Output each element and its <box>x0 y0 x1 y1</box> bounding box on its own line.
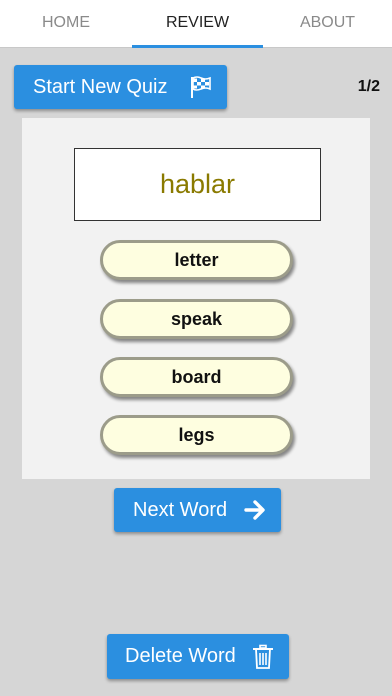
quiz-word: hablar <box>74 148 321 221</box>
tab-bar: HOME REVIEW ABOUT <box>0 0 392 48</box>
start-new-quiz-label: Start New Quiz <box>33 75 168 98</box>
answer-choice-1[interactable]: letter <box>100 240 293 280</box>
answer-choice-4[interactable]: legs <box>100 415 293 455</box>
delete-word-button[interactable]: Delete Word <box>107 634 289 679</box>
start-new-quiz-button[interactable]: Start New Quiz <box>14 65 227 109</box>
delete-word-label: Delete Word <box>125 645 236 667</box>
next-word-button[interactable]: Next Word <box>114 488 281 532</box>
question-counter: 1/2 <box>357 78 380 95</box>
checkered-flag-icon <box>189 75 213 104</box>
answer-choice-2[interactable]: speak <box>100 299 293 339</box>
tab-review[interactable]: REVIEW <box>132 0 263 48</box>
trash-icon <box>251 644 275 675</box>
tab-home[interactable]: HOME <box>0 0 132 48</box>
active-tab-indicator <box>132 45 263 48</box>
answer-choice-3[interactable]: board <box>100 357 293 397</box>
arrow-right-icon <box>243 498 267 527</box>
tab-about[interactable]: ABOUT <box>263 0 392 48</box>
next-word-label: Next Word <box>133 498 228 521</box>
quiz-card: hablar letter speak board legs <box>22 118 370 479</box>
